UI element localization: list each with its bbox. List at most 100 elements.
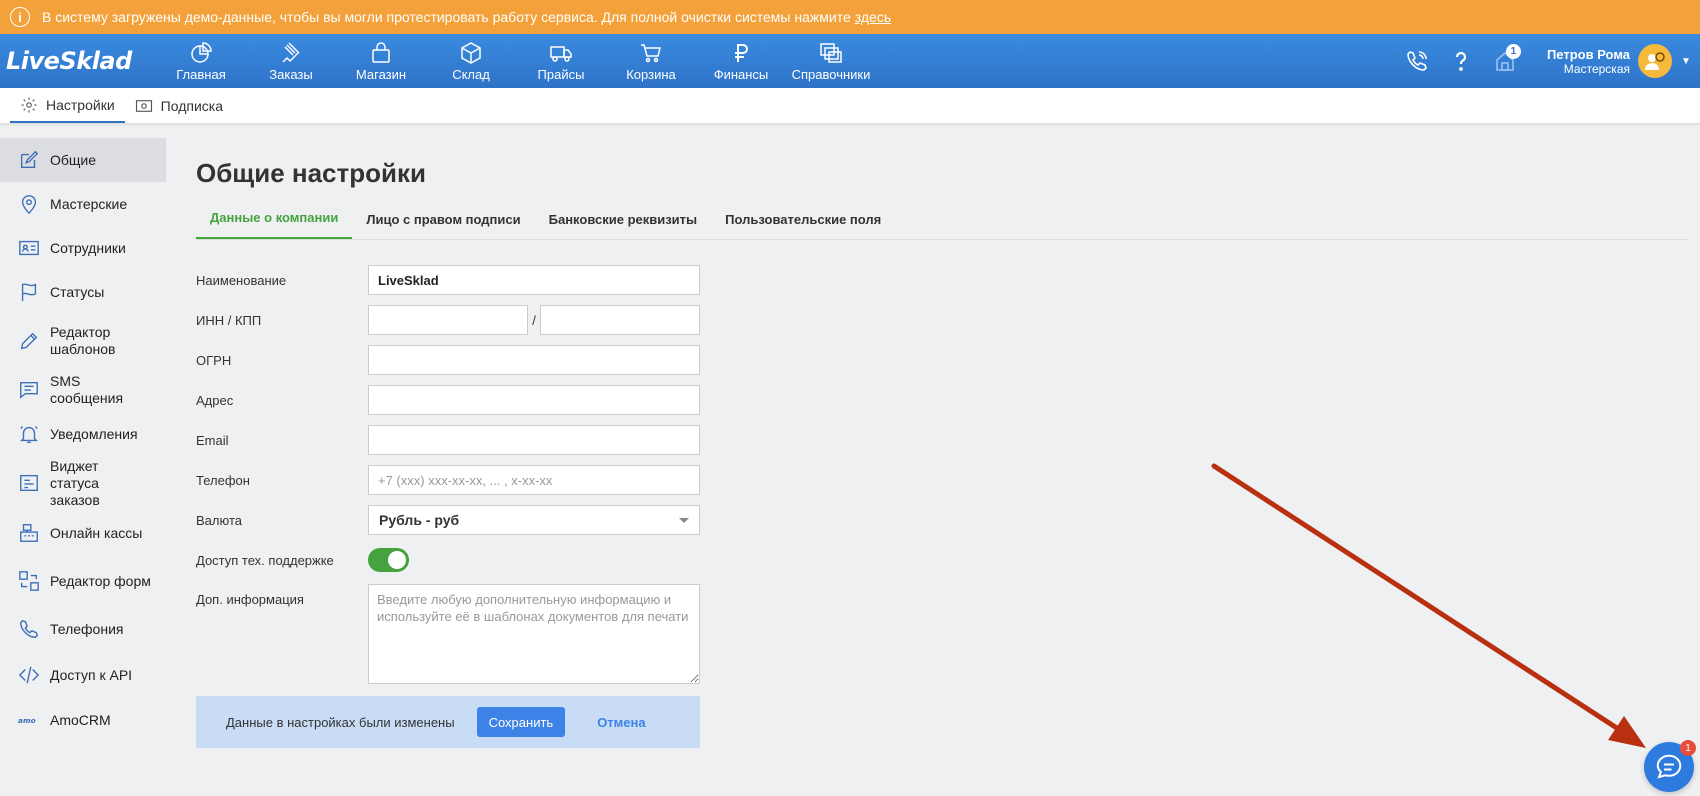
- nav-item-orders[interactable]: Заказы: [246, 41, 336, 82]
- amocrm-logo: amo: [18, 716, 36, 725]
- sidebar-item-order-status-widget[interactable]: Виджет статуса заказов: [0, 456, 166, 510]
- tab-bank-details[interactable]: Банковские реквизиты: [535, 212, 712, 239]
- phone-icon: [1407, 51, 1427, 71]
- nav-item-shop[interactable]: Магазин: [336, 41, 426, 82]
- nav-label: Заказы: [269, 66, 313, 82]
- sidebar-item-form-editor[interactable]: Редактор форм: [0, 556, 166, 606]
- sidebar-item-api-access[interactable]: Доступ к API: [0, 652, 166, 698]
- code-icon: [18, 666, 40, 684]
- email-field[interactable]: [368, 425, 700, 455]
- tab-company-data[interactable]: Данные о компании: [196, 210, 353, 239]
- notification-count-badge: 1: [1505, 44, 1521, 59]
- sidebar-item-label: Редактор шаблонов: [50, 324, 116, 357]
- id-card-icon: [19, 240, 39, 256]
- sidebar-item-label: Сотрудники: [50, 239, 126, 256]
- additional-info-textarea[interactable]: [368, 584, 700, 684]
- chevron-down-icon[interactable]: ▼: [1678, 56, 1694, 67]
- cash-register-icon: [20, 524, 38, 542]
- name-input[interactable]: [368, 265, 700, 295]
- help-button[interactable]: [1439, 34, 1483, 88]
- flag-icon: [21, 283, 37, 302]
- settings-tabs: Данные о компании Лицо с правом подписи …: [196, 198, 1688, 240]
- nav-item-warehouse[interactable]: Склад: [426, 41, 516, 82]
- app-logo[interactable]: LiveSklad: [6, 47, 156, 75]
- nav-label: Корзина: [626, 66, 676, 82]
- currency-select[interactable]: Рубль - руб: [368, 505, 700, 535]
- name-row: Наименование: [196, 260, 701, 300]
- sidebar-item-label: Онлайн кассы: [50, 524, 143, 541]
- address-label: Адрес: [196, 392, 234, 408]
- phone-input[interactable]: [368, 465, 700, 495]
- sidebar-item-online-cash[interactable]: Онлайн кассы: [0, 510, 166, 556]
- sidebar-item-telephony[interactable]: Телефония: [0, 606, 166, 652]
- sidebar-item-template-editor[interactable]: Редактор шаблонов: [0, 314, 166, 368]
- sidebar-item-sms[interactable]: SMS сообщения: [0, 368, 166, 412]
- phone-call-button[interactable]: [1395, 34, 1439, 88]
- sidebar-item-label: AmoCRM: [50, 711, 111, 728]
- truck-icon: [550, 45, 572, 62]
- chat-button[interactable]: 1: [1644, 740, 1696, 792]
- sidebar-item-employees[interactable]: Сотрудники: [0, 226, 166, 270]
- avatar[interactable]: [1638, 44, 1672, 78]
- sidebar-item-label: Статусы: [50, 283, 105, 300]
- ogrn-row: ОГРН: [196, 340, 701, 380]
- support-access-toggle[interactable]: [368, 548, 409, 572]
- nav-label: Финансы: [713, 66, 769, 82]
- currency-value: Рубль - руб: [379, 512, 460, 528]
- phone-label: Телефон: [196, 472, 250, 488]
- sub-navigation: Настройки Подписка: [0, 88, 1700, 124]
- sidebar-item-general[interactable]: Общие: [0, 138, 166, 182]
- phone-row: Телефон: [196, 460, 701, 500]
- banner-clear-link[interactable]: здесь: [855, 9, 891, 25]
- inn-input[interactable]: [368, 305, 528, 335]
- address-input[interactable]: [368, 385, 700, 415]
- nav-item-home[interactable]: Главная: [156, 41, 246, 82]
- sidebar-item-statuses[interactable]: Статусы: [0, 270, 166, 314]
- edit-icon: [20, 150, 39, 169]
- ogrn-label: ОГРН: [196, 352, 232, 368]
- sidebar-item-amocrm[interactable]: amo AmoCRM: [0, 698, 166, 742]
- chat-unread-badge: 1: [1680, 740, 1696, 756]
- directories-icon: [820, 42, 842, 63]
- nav-item-finance[interactable]: Финансы: [696, 41, 786, 82]
- demo-data-banner: i В систему загружены демо-данные, чтобы…: [0, 0, 1700, 34]
- save-button[interactable]: Сохранить: [476, 707, 566, 737]
- tab-custom-fields[interactable]: Пользовательские поля: [711, 212, 895, 239]
- main-content: Общие настройки Данные о компании Лицо с…: [196, 150, 1688, 748]
- location-pin-icon: [21, 195, 37, 215]
- kpp-input[interactable]: [540, 305, 700, 335]
- inn-kpp-label: ИНН / КПП: [196, 312, 262, 328]
- company-data-form: Наименование ИНН / КПП / ОГРН Адрес Emai…: [196, 260, 701, 748]
- ogrn-input[interactable]: [368, 345, 700, 375]
- phone-icon: [20, 619, 39, 638]
- notifications-button[interactable]: 1: [1483, 34, 1527, 88]
- sidebar-item-notifications[interactable]: Уведомления: [0, 412, 166, 456]
- email-row: Email: [196, 420, 701, 460]
- unsaved-changes-bar: Данные в настройках были изменены Сохран…: [196, 696, 700, 748]
- message-icon: [20, 381, 38, 399]
- sidebar-item-label: Уведомления: [50, 425, 138, 442]
- sidebar-item-label: Общие: [50, 151, 97, 168]
- nav-label: Склад: [452, 66, 490, 82]
- nav-label: Главная: [176, 66, 226, 82]
- sidebar-item-workshops[interactable]: Мастерские: [0, 182, 166, 226]
- name-label: Наименование: [196, 272, 287, 288]
- sidebar-item-label: Доступ к API: [50, 666, 133, 683]
- tab-settings[interactable]: Настройки: [10, 88, 125, 123]
- banknote-icon: [135, 99, 152, 112]
- nav-item-cart[interactable]: Корзина: [606, 41, 696, 82]
- nav-label: Справочники: [791, 66, 871, 82]
- user-name: Петров Рома: [1546, 46, 1630, 62]
- nav-label: Прайсы: [537, 66, 585, 82]
- nav-item-prices[interactable]: Прайсы: [516, 41, 606, 82]
- dropdown-arrow-icon: [679, 517, 689, 523]
- tab-subscription[interactable]: Подписка: [125, 88, 233, 123]
- cancel-button[interactable]: Отмена: [597, 715, 645, 730]
- ruble-icon: [735, 43, 748, 62]
- nav-item-directories[interactable]: Справочники: [786, 41, 876, 82]
- tab-signatory[interactable]: Лицо с правом подписи: [352, 212, 534, 239]
- inn-kpp-row: ИНН / КПП /: [196, 300, 701, 340]
- sidebar-item-label: Редактор форм: [50, 572, 151, 589]
- user-info[interactable]: Петров Рома Мастерская: [1547, 47, 1630, 76]
- top-right-actions: 1 Петров Рома Мастерская ▼: [1395, 34, 1700, 88]
